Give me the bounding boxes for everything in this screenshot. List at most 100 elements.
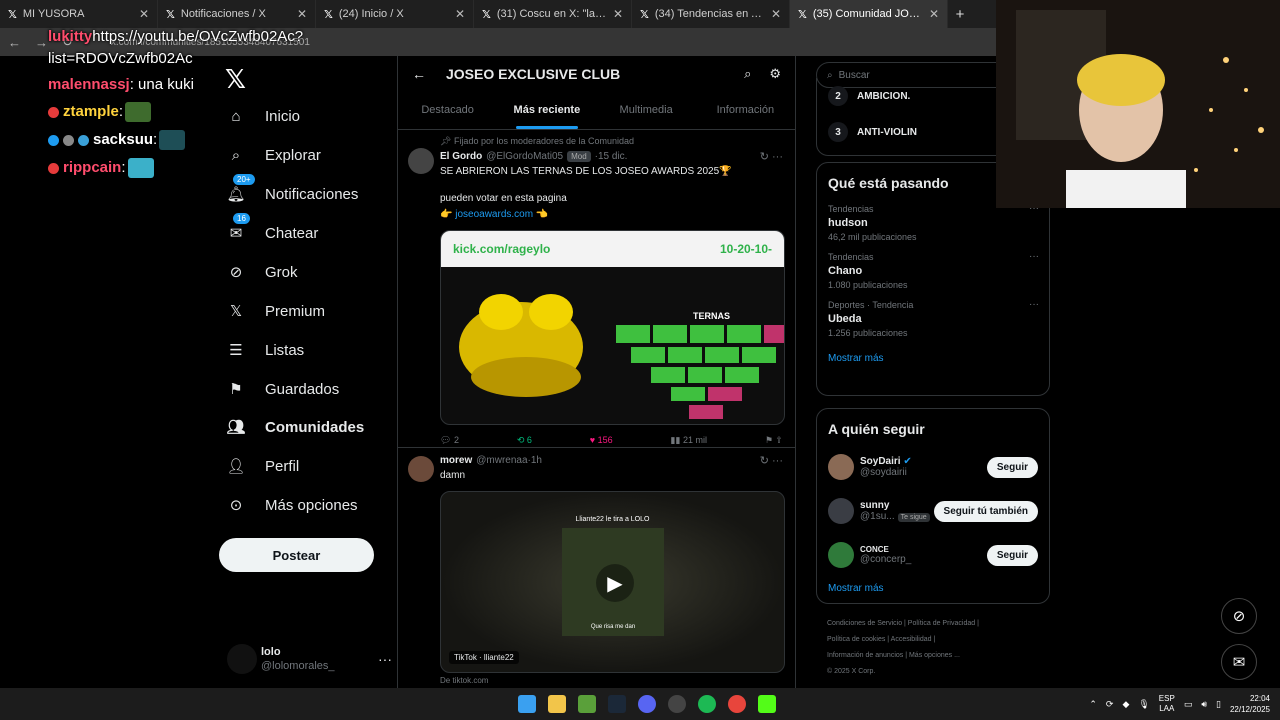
avatar[interactable] [828,454,854,480]
follow-suggestion[interactable]: SoyDairi ✔ @soydairii Seguir [817,445,1049,489]
kick-icon[interactable] [758,695,776,713]
nav-item-grok[interactable]: ⊘ Grok [225,257,298,287]
post-author-name[interactable]: El Gordo [440,151,482,162]
post-author-handle[interactable]: @ElGordoMati05 [486,151,563,162]
trend-meta: Deportes · Tendencia [828,300,914,310]
back-arrow-icon[interactable]: ← [412,66,426,82]
close-icon[interactable]: ✕ [297,7,307,21]
follow-button[interactable]: Seguir [986,456,1038,478]
nav-item-chat[interactable]: ✉ 16 Chatear [225,213,318,248]
footer-line[interactable]: Información de anuncios | Más opciones .… [827,648,1027,664]
nav-item-home[interactable]: ⌂ Inicio [225,101,300,131]
microphone-icon[interactable]: 🎙︎ [1138,699,1149,710]
more-icon[interactable]: ↻ ··· [760,150,783,163]
account-switcher[interactable]: lolo @lolomorales_ ··· [227,644,392,674]
follow-suggestion[interactable]: CONCE @concerp_ Seguir [817,533,1049,577]
post[interactable]: 📌︎ Fijado por los moderadores de la Comu… [398,130,795,448]
grok-icon[interactable]: ⊘ [1221,598,1257,634]
language-indicator[interactable]: ESP LAA [1159,694,1175,714]
windows-start-icon[interactable] [518,695,536,713]
chat-text: https://youtu.be/OVcZwfb02Ac? [92,28,304,45]
footer-line[interactable]: Condiciones de Servicio | Política de Pr… [827,616,1027,632]
nav-item-more[interactable]: ⊙ Más opciones [225,490,358,520]
browser-tab-active[interactable]: 𝕏 (35) Comunidad JOSEO EXCLUS ✕ [790,0,948,28]
chat-message: ztample: [48,102,152,122]
nav-item-lists[interactable]: ☰ Listas [225,335,304,365]
nav-item-notifications[interactable]: 🔔︎ 20+ Notificaciones [225,174,358,209]
like-button[interactable]: ♥ 156 [590,435,613,445]
more-icon[interactable]: ··· [378,651,392,667]
close-icon[interactable]: ✕ [613,7,623,21]
post-time[interactable]: 1h [531,455,542,466]
x-logo-icon[interactable]: 𝕏 [225,64,246,95]
tab-informacion[interactable]: Información [696,92,795,129]
chat-username: malennassj [48,76,130,93]
nav-item-explore[interactable]: ⌕ Explorar [225,140,321,170]
spotify-icon[interactable] [698,695,716,713]
nav-item-profile[interactable]: 👤︎ Perfil [225,451,299,481]
badge-icon [48,106,59,118]
nav-item-bookmarks[interactable]: ⚑ Guardados [225,374,339,404]
avatar[interactable] [408,456,434,482]
browser-tab[interactable]: 𝕏 (34) Tendencias en Argentina en ✕ [632,0,790,28]
bookmark-icon[interactable]: ⚑ ⇪ [765,435,783,446]
avatar[interactable] [828,542,854,568]
close-icon[interactable]: ✕ [771,7,781,21]
reply-button[interactable]: 💬︎ 2 [440,435,459,446]
avatar [227,644,257,674]
post-button[interactable]: Postear [219,538,374,572]
shield-icon[interactable]: ◆ [1122,699,1129,710]
app-icon[interactable] [578,695,596,713]
trend-item[interactable]: Tendencias Chano 1.080 publicaciones ··· [817,247,1049,295]
steam-icon[interactable] [608,695,626,713]
volume-icon[interactable]: 🔊︎ [1201,699,1207,710]
more-icon[interactable]: ··· [1029,299,1039,310]
post-time[interactable]: 15 dic. [598,151,627,162]
gear-icon[interactable]: ⚙ [769,66,781,82]
sync-icon[interactable]: ⟳ [1106,699,1114,710]
play-icon[interactable]: ▶ [596,564,634,602]
nav-label: Comunidades [265,418,365,436]
browser-tab[interactable]: 𝕏 (24) Inicio / X ✕ [316,0,474,28]
post-author-name[interactable]: morew [440,455,472,466]
mail-icon[interactable]: ✉ [1221,644,1257,680]
battery-icon[interactable]: ▯ [1216,699,1221,710]
show-more-link[interactable]: Mostrar más [817,343,1049,378]
follow-back-button[interactable]: Seguir tú también [933,500,1038,522]
chevron-up-icon[interactable]: ⌃ [1089,699,1097,710]
search-icon[interactable]: ⌕ [744,66,751,82]
tab-destacado[interactable]: Destacado [398,92,497,129]
views-button[interactable]: ▮▮ 21 mil [671,435,707,446]
close-icon[interactable]: ✕ [929,7,939,21]
trend-item[interactable]: Deportes · Tendencia Ubeda 1.256 publicaci… [817,295,1049,343]
follow-suggestion[interactable]: sunny @1su... Te sigue Seguir tú también [817,489,1049,533]
post-image[interactable]: kick.com/rageylo 10-20-10- TERNAS [440,230,785,425]
tab-mas-reciente[interactable]: Más reciente [497,92,596,129]
show-more-link[interactable]: Mostrar más [817,577,1049,608]
tab-multimedia[interactable]: Multimedia [597,92,696,129]
nav-label: Explorar [265,146,321,164]
chrome-icon[interactable] [728,695,746,713]
post-author-handle[interactable]: @mwrenaa [476,455,527,466]
repost-button[interactable]: ⟲ 6 [517,435,532,446]
network-icon[interactable]: ▭ [1184,699,1193,710]
avatar[interactable] [408,148,434,174]
post-link[interactable]: joseoawards.com [455,209,533,220]
file-explorer-icon[interactable] [548,695,566,713]
avatar[interactable] [828,498,854,524]
discord-icon[interactable] [638,695,656,713]
more-icon[interactable]: ··· [1029,251,1039,262]
follow-button[interactable]: Seguir [986,544,1038,566]
post[interactable]: morew @mwrenaa · 1h ↻ ··· damn Lliante22… [398,448,795,688]
new-tab-icon[interactable]: + [948,6,972,23]
browser-tab[interactable]: 𝕏 (31) Coscu en X: "la de sonar m ✕ [474,0,632,28]
clock[interactable]: 22:04 22/12/2025 [1230,693,1270,715]
obs-icon[interactable] [668,695,686,713]
nav-item-communities[interactable]: 👥︎ Comunidades [225,412,364,442]
more-icon[interactable]: ↻ ··· [760,454,783,467]
post-video[interactable]: Lliante22 le tira a LOLO Que risa me dan… [440,491,785,673]
link-source[interactable]: De tiktok.com [440,676,783,685]
footer-line[interactable]: Política de cookies | Accesibilidad | [827,632,1027,648]
close-icon[interactable]: ✕ [455,7,465,21]
nav-item-premium[interactable]: 𝕏 Premium [225,296,325,326]
